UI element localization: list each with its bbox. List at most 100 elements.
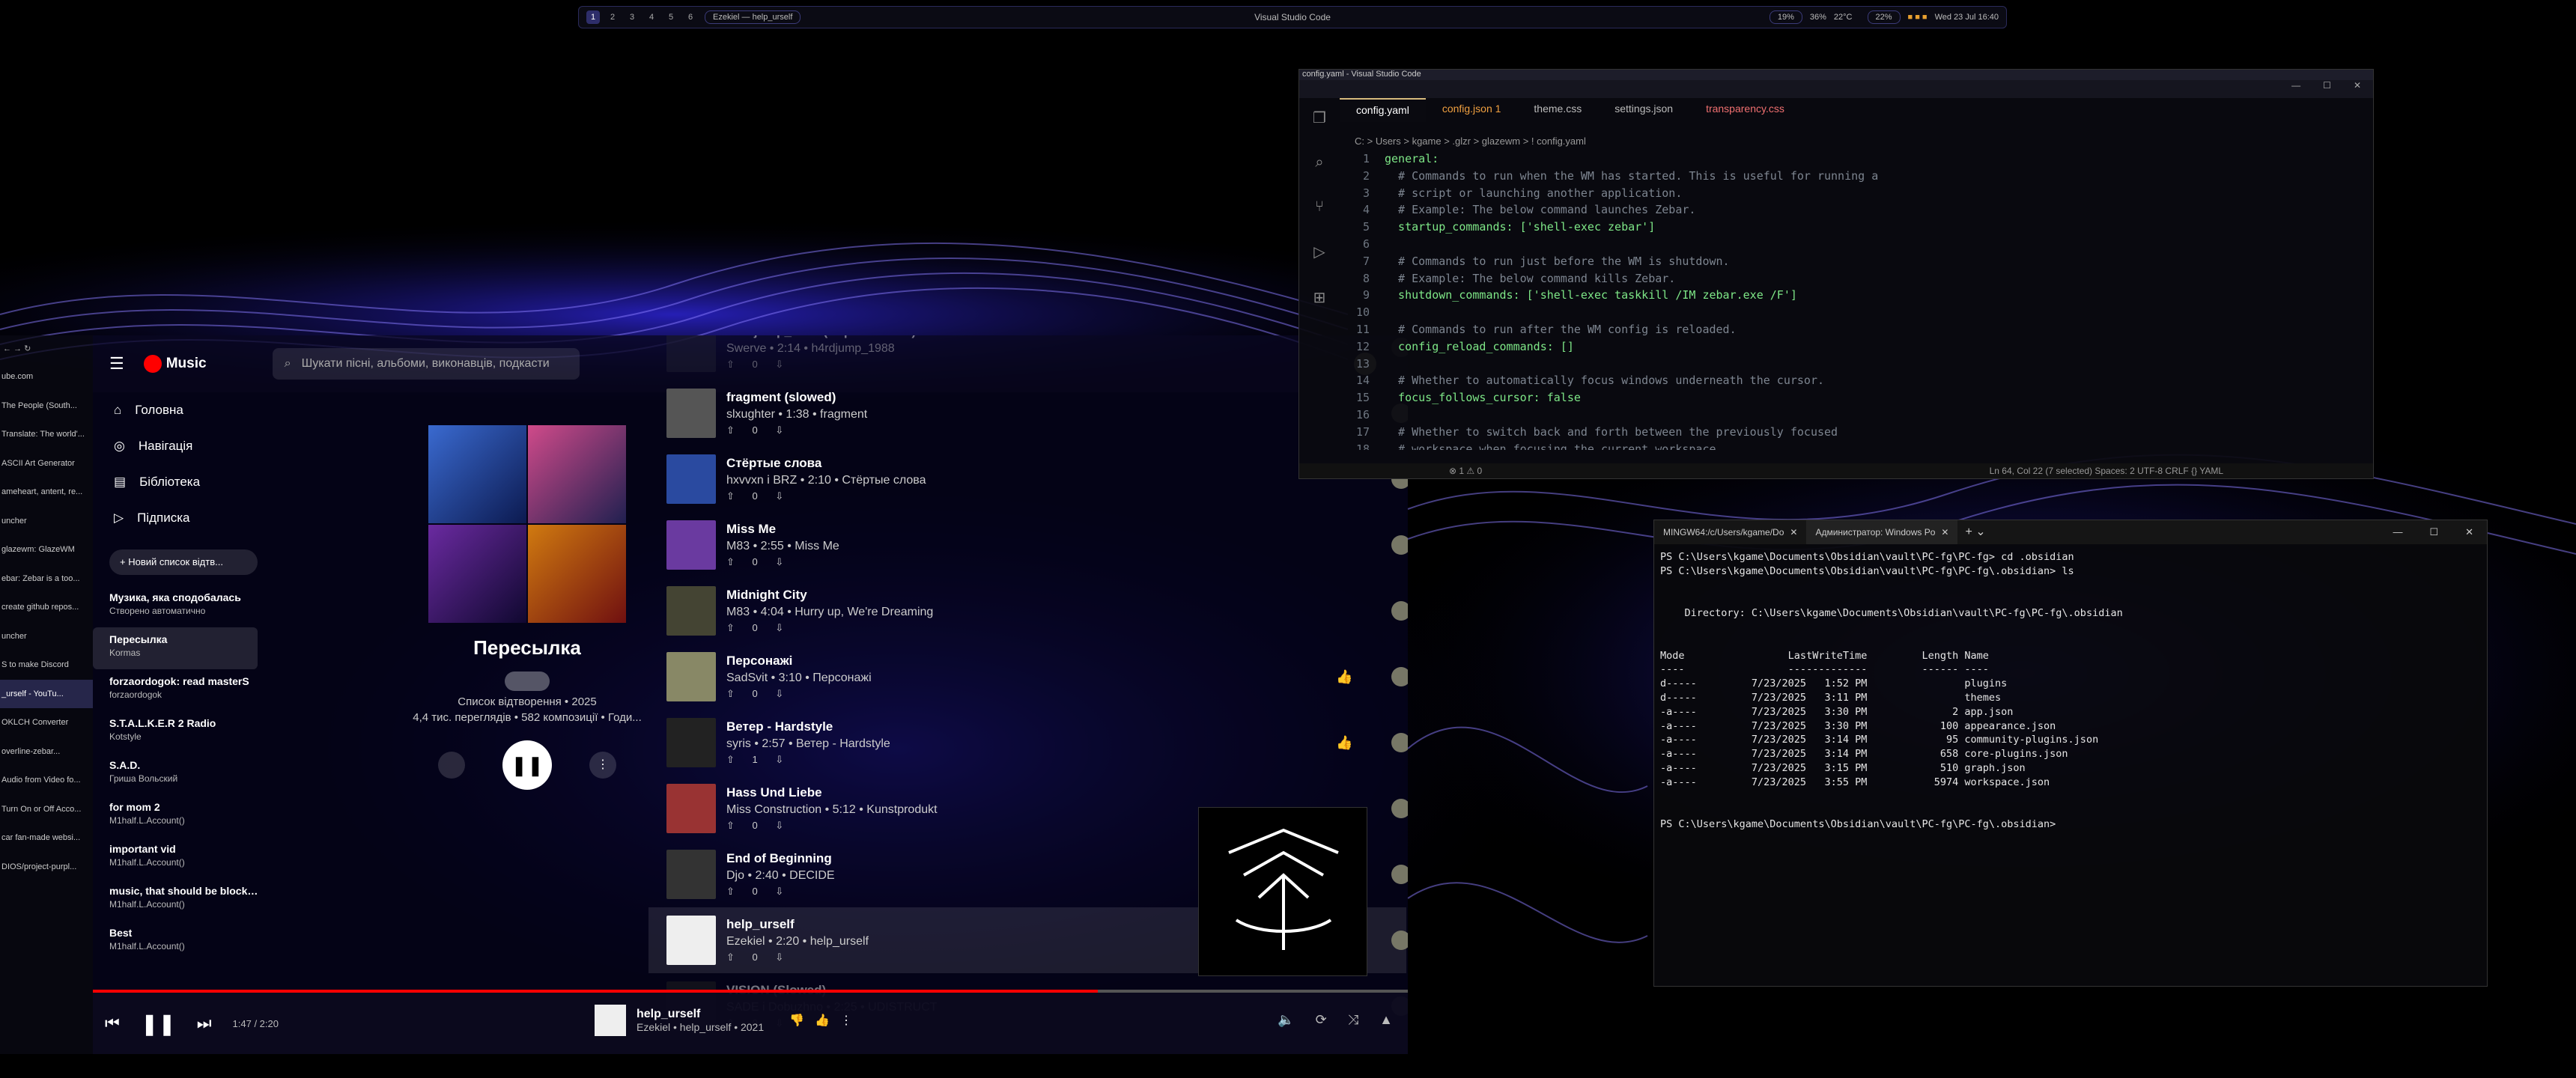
terminal-output[interactable]: PS C:\Users\kgame\Documents\Obsidian\vau… [1654,544,2487,838]
problems-count[interactable]: ⊗ 1 ⚠ 0 [1449,466,1482,476]
playlist-item[interactable]: forzaordogok: read masterS forzaordogok [93,669,273,711]
previous-button[interactable]: ⏮ [105,1014,120,1033]
terminal-tab-powershell[interactable]: Администратор: Windows Po ✕ [1806,520,1958,544]
liked-icon[interactable]: 👍 [1336,669,1352,685]
playlist-item[interactable]: Пересылка Kormas [93,627,258,669]
expand-icon[interactable]: ▲ [1379,1012,1393,1028]
menu-icon[interactable]: ☰ [109,354,124,374]
search-box[interactable]: ⌕ Шукати пісні, альбоми, виконавців, под… [272,348,580,380]
playlist-item[interactable]: S.A.D. Гриша Вольский [93,753,273,795]
playlist-item[interactable]: Best M1half.L.Account() [93,921,273,963]
collaborator-avatars[interactable] [505,672,550,691]
browser-tab[interactable]: Translate: The world'... [0,420,93,449]
playlist-item[interactable]: S.T.A.L.K.E.R 2 Radio Kotstyle [93,711,273,753]
volume-icon[interactable]: 🔈 [1278,1012,1294,1028]
now-playing-title[interactable]: help_urself [637,1008,764,1021]
repeat-icon[interactable]: ⟳ [1316,1012,1327,1028]
browser-tab[interactable]: uncher [0,622,93,651]
browser-tab[interactable]: _urself - YouTu... [0,679,93,708]
track-row[interactable]: Midnight City M83 • 4:04 • Hurry up, We'r… [648,578,1408,644]
workspace-4[interactable]: 4 [645,10,658,24]
track-rating[interactable]: ⇧ 0 ⇩ [726,490,1406,502]
search-icon[interactable]: ⌕ [1315,154,1323,171]
terminal-tab-mingw[interactable]: MINGW64:/c/Users/kgame/Do ✕ [1654,520,1806,544]
browser-tab[interactable]: The People (South... [0,392,93,421]
minimize-button[interactable]: — [2291,80,2300,98]
minimize-button[interactable]: — [2393,520,2402,544]
pause-button[interactable]: ❚❚ [141,1011,176,1036]
track-rating[interactable]: ⇧ 0 ⇩ [726,556,1406,568]
playlist-item[interactable]: Музика, яка сподобалась Створено автомати… [93,585,273,627]
maximize-button[interactable]: ☐ [2429,520,2438,544]
track-rating[interactable]: ⇧ 0 ⇩ [726,688,1406,700]
browser-tab[interactable]: Turn On or Off Acco... [0,795,93,824]
close-button[interactable]: ✕ [2354,80,2361,98]
save-playlist-button[interactable] [438,752,465,779]
workspace-1[interactable]: 1 [586,10,600,24]
browser-tab[interactable]: ameheart, antent, re... [0,478,93,507]
workspace-5[interactable]: 5 [664,10,678,24]
browser-nav-buttons[interactable]: ← → ↻ [0,335,93,362]
explorer-icon[interactable]: ❐ [1313,109,1326,127]
ytm-logo[interactable]: Music [143,355,207,373]
shuffle-icon[interactable]: ⤨ [1348,1012,1358,1028]
editor-tab[interactable]: transparency.css [1689,98,1801,122]
nav-item-0[interactable]: ⌂ Головна [93,392,273,428]
browser-tab[interactable]: DIOS/project-purpl... [0,853,93,882]
close-button[interactable]: ✕ [2465,520,2473,544]
liked-icon[interactable]: 👍 [1336,735,1352,751]
run-debug-icon[interactable]: ▷ [1313,243,1325,261]
search-input[interactable]: Шукати пісні, альбоми, виконавців, подка… [302,357,550,371]
browser-tab[interactable]: S to make Discord [0,651,93,680]
extensions-icon[interactable]: ⊞ [1313,288,1326,307]
new-playlist-button[interactable]: + Новий список відтв... [109,549,258,575]
browser-tab[interactable]: glazewm: GlazeWM [0,535,93,564]
track-title[interactable]: Hass Und Liebe [726,785,1406,800]
browser-tab[interactable]: Audio from Video fo... [0,766,93,795]
workspace-6[interactable]: 6 [684,10,697,24]
active-window-chip[interactable]: Ezekiel — help_urself [705,10,801,24]
workspace-2[interactable]: 2 [606,10,619,24]
play-pause-big-button[interactable]: ❚❚ [502,740,552,790]
playlist-item[interactable]: important vid M1half.L.Account() [93,837,273,879]
nav-item-1[interactable]: ◎ Навігація [93,428,273,464]
track-row[interactable]: Персонажі SadSvit • 3:10 • Персонажі ⇧ 0 ⇩… [648,644,1408,710]
source-control-icon[interactable]: ⑂ [1315,198,1324,216]
browser-tab[interactable]: ebar: Zebar is a too... [0,564,93,594]
playlist-item[interactable]: music, that should be blocke... M1half.L.… [93,879,273,921]
track-row[interactable]: Стёртые слова hxvvxn i BRZ • 2:10 • Стёрт… [648,446,1408,512]
playlist-item[interactable]: for mom 2 M1half.L.Account() [93,795,273,837]
editor-tab[interactable]: settings.json [1598,98,1689,122]
editor-tab[interactable]: theme.css [1517,98,1598,122]
code-editor[interactable]: 1 general: 2 # Commands to run when the WM… [1340,150,2358,450]
browser-tab[interactable]: ASCII Art Generator [0,449,93,478]
workspace-3[interactable]: 3 [625,10,639,24]
track-rating[interactable]: ⇧ 0 ⇩ [726,622,1406,634]
like-icon[interactable]: 👍 [815,1013,830,1028]
browser-tab[interactable]: uncher [0,507,93,536]
nav-item-3[interactable]: ▷ Підписка [93,500,273,536]
new-tab-button[interactable]: + ⌄ [1957,520,1993,544]
track-title[interactable]: Персонажі [726,654,1406,669]
browser-tab[interactable]: car fan-made websi... [0,823,93,853]
browser-tab[interactable]: OKLCH Converter [0,708,93,737]
track-rating[interactable]: ⇧ 1 ⇩ [726,754,1406,766]
editor-status[interactable]: Ln 64, Col 22 (7 selected) Spaces: 2 UTF… [1990,466,2223,476]
track-title[interactable]: Midnight City [726,588,1406,603]
browser-tab[interactable]: ube.com [0,362,93,392]
track-title[interactable]: Ветер - Hardstyle [726,719,1406,734]
track-row[interactable]: Ветер - Hardstyle syris • 2:57 • Ветер - … [648,710,1408,776]
nav-item-2[interactable]: ▤ Бібліотека [93,464,273,500]
breadcrumb[interactable]: C: > Users > kgame > .glzr > glazewm > !… [1355,135,1586,147]
browser-tab[interactable]: create github repos... [0,593,93,622]
next-button[interactable]: ⏭ [197,1014,212,1033]
track-row[interactable]: h4rdjump_1988 (Super Slowed)Swerve • 2:1… [648,335,1408,380]
mini-player-artwork[interactable] [1198,807,1367,976]
track-title[interactable]: Miss Me [726,522,1406,537]
more-options-button[interactable]: ⋮ [589,752,616,779]
browser-tab[interactable]: overline-zebar... [0,737,93,767]
track-row[interactable]: fragment (slowed) slxughter • 1:38 • frag… [648,380,1408,446]
editor-tab[interactable]: config.json 1 [1426,98,1518,122]
track-row[interactable]: Miss Me M83 • 2:55 • Miss Me ⇧ 0 ⇩ [648,512,1408,578]
progress-track[interactable] [93,990,1408,993]
